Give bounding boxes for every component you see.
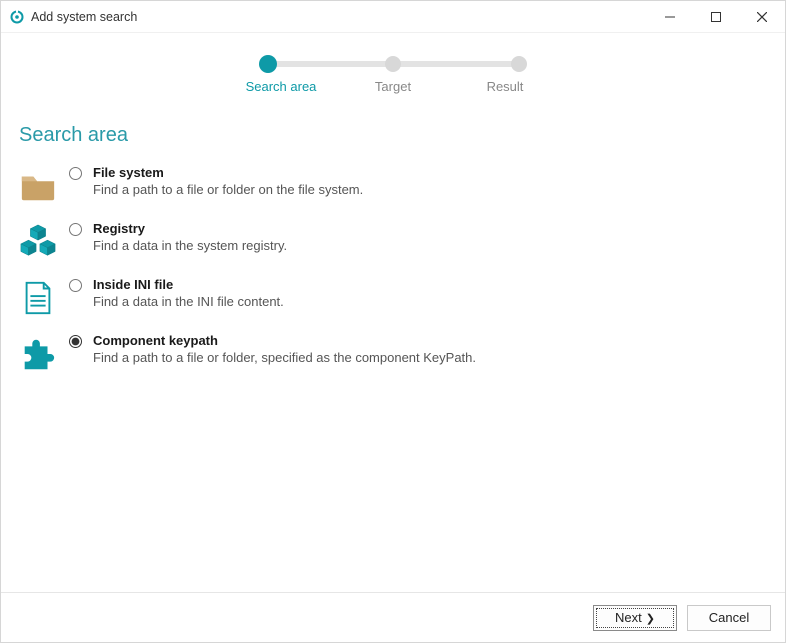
cancel-button-label: Cancel	[709, 610, 749, 625]
step-label-result[interactable]: Result	[465, 79, 545, 94]
dialog-footer: Next ❯ Cancel	[1, 592, 785, 642]
window-title: Add system search	[31, 10, 137, 24]
chevron-right-icon: ❯	[646, 612, 655, 625]
close-button[interactable]	[739, 1, 785, 33]
radio-wrapper	[69, 333, 87, 351]
section-heading: Search area	[19, 124, 767, 147]
radio-wrapper	[69, 165, 87, 183]
radio-component-keypath[interactable]	[69, 335, 82, 348]
maximize-button[interactable]	[693, 1, 739, 33]
option-desc: Find a path to a file or folder, specifi…	[93, 350, 767, 365]
option-title: Inside INI file	[93, 277, 767, 292]
radio-ini-file[interactable]	[69, 279, 82, 292]
next-button-label: Next	[615, 610, 642, 625]
stepper-labels: Search area Target Result	[241, 79, 545, 94]
wizard-stepper: Search area Target Result	[263, 61, 523, 94]
option-registry[interactable]: Registry Find a data in the system regis…	[19, 215, 767, 271]
radio-file-system[interactable]	[69, 167, 82, 180]
radio-registry[interactable]	[69, 223, 82, 236]
app-icon	[9, 9, 25, 25]
radio-wrapper	[69, 277, 87, 295]
search-area-options: File system Find a path to a file or fol…	[19, 159, 767, 383]
dialog-body: Search area Target Result Search area	[1, 33, 785, 592]
option-desc: Find a data in the system registry.	[93, 238, 767, 253]
radio-wrapper	[69, 221, 87, 239]
option-desc: Find a data in the INI file content.	[93, 294, 767, 309]
ini-file-icon	[19, 279, 57, 317]
puzzle-icon	[19, 335, 57, 373]
step-label-search-area[interactable]: Search area	[241, 79, 321, 94]
title-bar: Add system search	[1, 1, 785, 33]
cancel-button[interactable]: Cancel	[687, 605, 771, 631]
option-component-keypath[interactable]: Component keypath Find a path to a file …	[19, 327, 767, 383]
option-desc: Find a path to a file or folder on the f…	[93, 182, 767, 197]
dialog-window: Add system search Search area Target Res…	[0, 0, 786, 643]
option-title: Component keypath	[93, 333, 767, 348]
folder-icon	[19, 167, 57, 205]
cubes-icon	[19, 223, 57, 261]
minimize-button[interactable]	[647, 1, 693, 33]
option-ini-file[interactable]: Inside INI file Find a data in the INI f…	[19, 271, 767, 327]
option-title: File system	[93, 165, 767, 180]
step-dot-result[interactable]	[511, 56, 527, 72]
step-dot-search-area[interactable]	[259, 55, 277, 73]
option-file-system[interactable]: File system Find a path to a file or fol…	[19, 159, 767, 215]
next-button[interactable]: Next ❯	[593, 605, 677, 631]
step-dot-target[interactable]	[385, 56, 401, 72]
step-label-target[interactable]: Target	[353, 79, 433, 94]
stepper-track	[263, 61, 523, 67]
option-title: Registry	[93, 221, 767, 236]
